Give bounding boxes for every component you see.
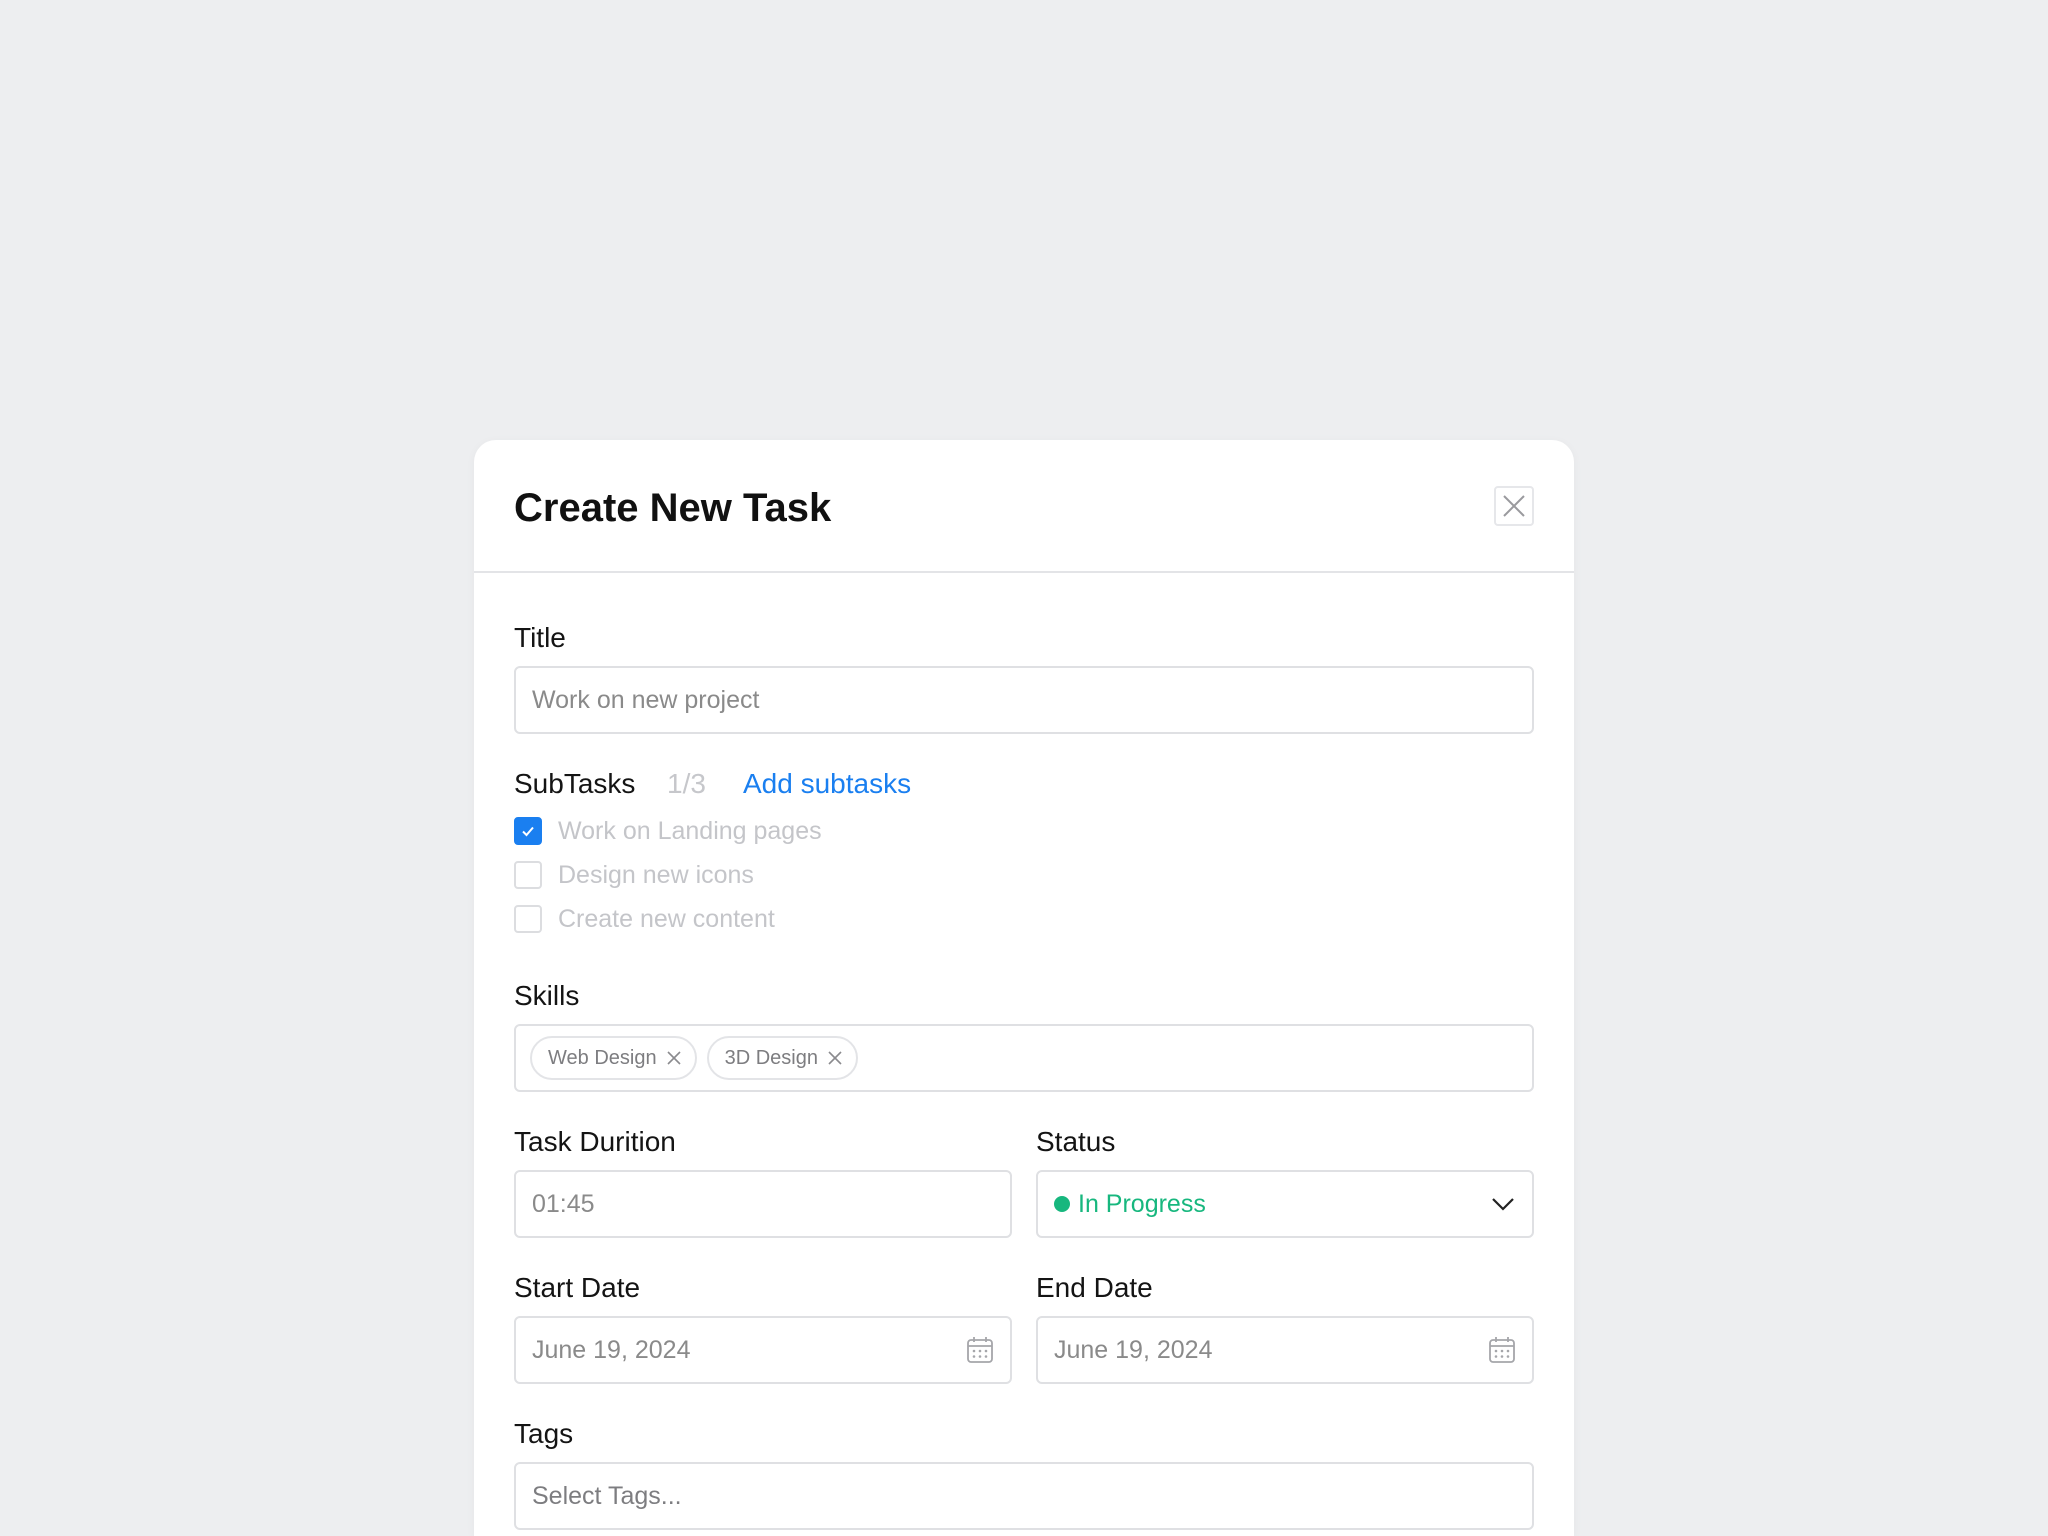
title-label: Title	[514, 622, 566, 653]
status-value: In Progress	[1078, 1189, 1206, 1218]
subtask-label: Design new icons	[558, 860, 754, 889]
x-icon	[667, 1051, 681, 1065]
subtask-checkbox[interactable]	[514, 817, 542, 845]
start-date-value: June 19, 2024	[532, 1335, 691, 1364]
subtasks-count: 1/3	[667, 768, 706, 799]
modal-header: Create New Task	[474, 440, 1574, 573]
end-date-label: End Date	[1036, 1272, 1153, 1303]
add-subtasks-link[interactable]: Add subtasks	[743, 770, 911, 798]
status-select[interactable]: In Progress	[1036, 1170, 1534, 1238]
skills-label: Skills	[514, 980, 580, 1011]
start-date-label: Start Date	[514, 1272, 641, 1303]
chevron-down-icon	[1492, 1198, 1514, 1211]
skills-input[interactable]: Web Design 3D Design	[514, 1024, 1534, 1092]
skill-chip: 3D Design	[706, 1036, 858, 1080]
tags-placeholder: Select Tags...	[532, 1481, 682, 1510]
subtasks-label: SubTasks	[514, 768, 636, 799]
create-task-modal: Create New Task Title Work on new projec…	[474, 440, 1574, 1536]
calendar-icon[interactable]	[1488, 1336, 1516, 1364]
end-date-value: June 19, 2024	[1054, 1335, 1213, 1364]
start-date-input[interactable]: June 19, 2024	[514, 1316, 1012, 1384]
close-button[interactable]	[1494, 486, 1534, 526]
duration-value: 01:45	[532, 1189, 595, 1218]
skill-chip-label: 3D Design	[724, 1046, 818, 1069]
calendar-icon[interactable]	[966, 1336, 994, 1364]
subtask-item: Create new content	[514, 904, 775, 934]
skill-chip: Web Design	[530, 1036, 697, 1080]
skill-chip-label: Web Design	[548, 1046, 657, 1069]
tags-input[interactable]: Select Tags...	[514, 1462, 1534, 1530]
status-label: Status	[1036, 1126, 1116, 1157]
remove-skill-button[interactable]	[667, 1051, 681, 1065]
x-icon	[828, 1051, 842, 1065]
subtask-item: Work on Landing pages	[514, 816, 822, 846]
check-icon	[522, 826, 534, 837]
remove-skill-button[interactable]	[828, 1051, 842, 1065]
subtask-label: Work on Landing pages	[558, 816, 822, 845]
close-icon	[1503, 495, 1525, 517]
subtask-checkbox[interactable]	[514, 905, 542, 933]
end-date-input[interactable]: June 19, 2024	[1036, 1316, 1534, 1384]
subtask-checkbox[interactable]	[514, 861, 542, 889]
title-input[interactable]: Work on new project	[514, 666, 1534, 734]
status-dot	[1054, 1196, 1070, 1212]
tags-label: Tags	[514, 1418, 574, 1449]
title-input-value: Work on new project	[532, 685, 760, 714]
duration-input[interactable]: 01:45	[514, 1170, 1012, 1238]
modal-title: Create New Task	[514, 486, 832, 530]
subtask-item: Design new icons	[514, 860, 754, 890]
duration-label: Task Durition	[514, 1126, 676, 1157]
subtask-label: Create new content	[558, 904, 775, 933]
